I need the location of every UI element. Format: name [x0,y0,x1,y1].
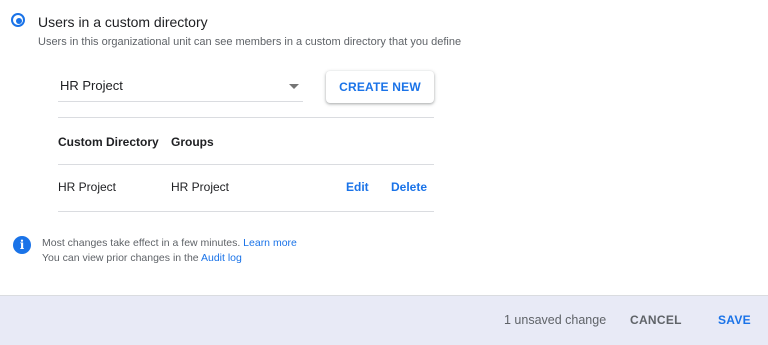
info-text-2: You can view prior changes in the [42,252,199,264]
row-groups: HR Project [171,180,230,194]
option-label[interactable]: Users in a custom directory [38,14,208,30]
radio-selected-dot [16,18,22,24]
save-button[interactable]: SAVE [718,313,751,327]
row-directory-name: HR Project [58,180,117,194]
create-new-button[interactable]: CREATE NEW [326,71,434,103]
dropdown-value: HR Project [60,78,123,93]
option-description: Users in this organizational unit can se… [38,36,462,48]
directory-dropdown[interactable]: HR Project [58,72,303,102]
column-header-groups: Groups [171,135,214,149]
edit-button[interactable]: Edit [346,180,369,194]
info-text-1: Most changes take effect in a few minute… [42,237,241,249]
info-line-2: You can view prior changes in the Audit … [42,252,242,264]
custom-directory-radio[interactable] [11,13,25,27]
delete-button[interactable]: Delete [391,180,427,194]
footer-bar: 1 unsaved change CANCEL SAVE [0,295,768,345]
cancel-button[interactable]: CANCEL [630,313,682,327]
table-header-divider [58,164,434,165]
info-line-1: Most changes take effect in a few minute… [42,237,297,249]
custom-directory-settings: Users in a custom directory Users in thi… [0,0,768,345]
audit-log-link[interactable]: Audit log [201,252,242,264]
info-icon: i [13,236,31,254]
learn-more-link[interactable]: Learn more [243,237,297,249]
unsaved-status: 1 unsaved change [504,313,607,327]
chevron-down-icon [289,84,299,89]
column-header-custom-directory: Custom Directory [58,135,159,149]
table-bottom-divider [58,211,434,212]
table-top-divider [58,117,434,118]
